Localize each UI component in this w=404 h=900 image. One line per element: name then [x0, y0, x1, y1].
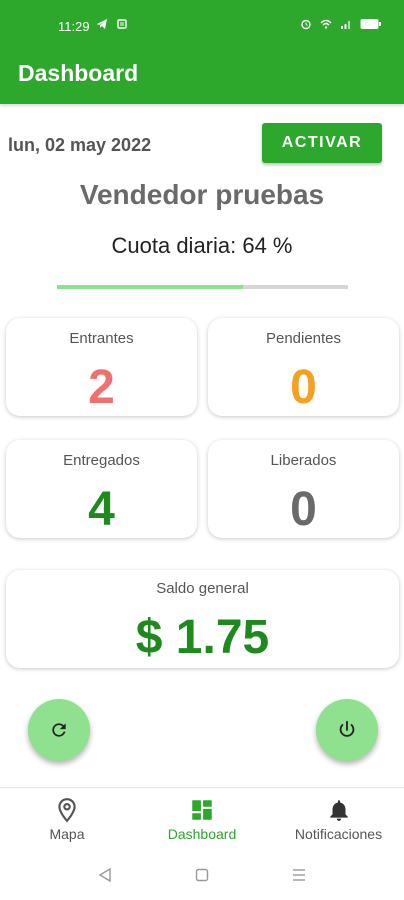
- wifi-icon: [320, 19, 332, 29]
- balance-card: Saldo general $ 1.75: [6, 570, 399, 668]
- page-title: Dashboard: [18, 60, 139, 86]
- activate-button[interactable]: ACTIVAR: [262, 123, 382, 163]
- alarm-icon: [301, 19, 311, 30]
- battery-icon: [360, 19, 381, 29]
- notification-icon: [117, 19, 127, 29]
- telegram-icon: [97, 19, 107, 29]
- dashboard-icon: [192, 800, 212, 820]
- card-pendientes[interactable]: Pendientes 0: [208, 318, 399, 416]
- card-label: Pendientes: [265, 330, 342, 347]
- home-icon[interactable]: [195, 868, 209, 882]
- card-label: Liberados: [270, 452, 337, 469]
- app-bar: Dashboard: [0, 42, 404, 104]
- back-icon[interactable]: [98, 867, 112, 883]
- bottom-nav: Mapa Dashboard Notificaciones: [0, 787, 404, 850]
- card-value: 4: [88, 483, 115, 536]
- nav-item-notificaciones[interactable]: Notificaciones: [281, 788, 396, 850]
- card-value: 0: [290, 361, 317, 414]
- nav-item-mapa[interactable]: Mapa: [20, 788, 114, 850]
- card-entrantes[interactable]: Entrantes 2: [6, 318, 197, 416]
- card-value: 0: [290, 483, 317, 536]
- card-value: 2: [88, 361, 115, 414]
- map-pin-icon: [58, 798, 76, 823]
- refresh-button[interactable]: [28, 699, 90, 761]
- nav-label: Notificaciones: [294, 826, 383, 842]
- recents-icon[interactable]: [291, 868, 307, 882]
- current-date: lun, 02 may 2022: [8, 135, 152, 155]
- quota-progress-fill: [57, 285, 244, 289]
- signal-icon: [341, 21, 350, 29]
- card-entregados[interactable]: Entregados 4: [6, 440, 197, 538]
- seller-name: Vendedor pruebas: [79, 179, 325, 210]
- balance-label: Saldo general: [156, 580, 249, 597]
- power-icon: [339, 720, 355, 737]
- status-bar: 11:29: [0, 0, 404, 42]
- card-liberados[interactable]: Liberados 0: [208, 440, 399, 538]
- nav-label: Dashboard: [167, 826, 237, 842]
- power-button[interactable]: [316, 699, 378, 761]
- card-label: Entregados: [63, 452, 140, 469]
- bell-icon: [329, 800, 348, 821]
- status-time: 11:29: [58, 19, 90, 34]
- nav-item-dashboard[interactable]: Dashboard: [155, 788, 249, 850]
- balance-value: $ 1.75: [135, 611, 270, 664]
- card-label: Entrantes: [69, 330, 134, 347]
- nav-label: Mapa: [49, 826, 85, 842]
- system-nav-bar: [0, 849, 404, 900]
- daily-quota: Cuota diaria: 64 %: [111, 233, 293, 258]
- quota-progress-bar: [57, 285, 348, 289]
- refresh-icon: [52, 723, 66, 737]
